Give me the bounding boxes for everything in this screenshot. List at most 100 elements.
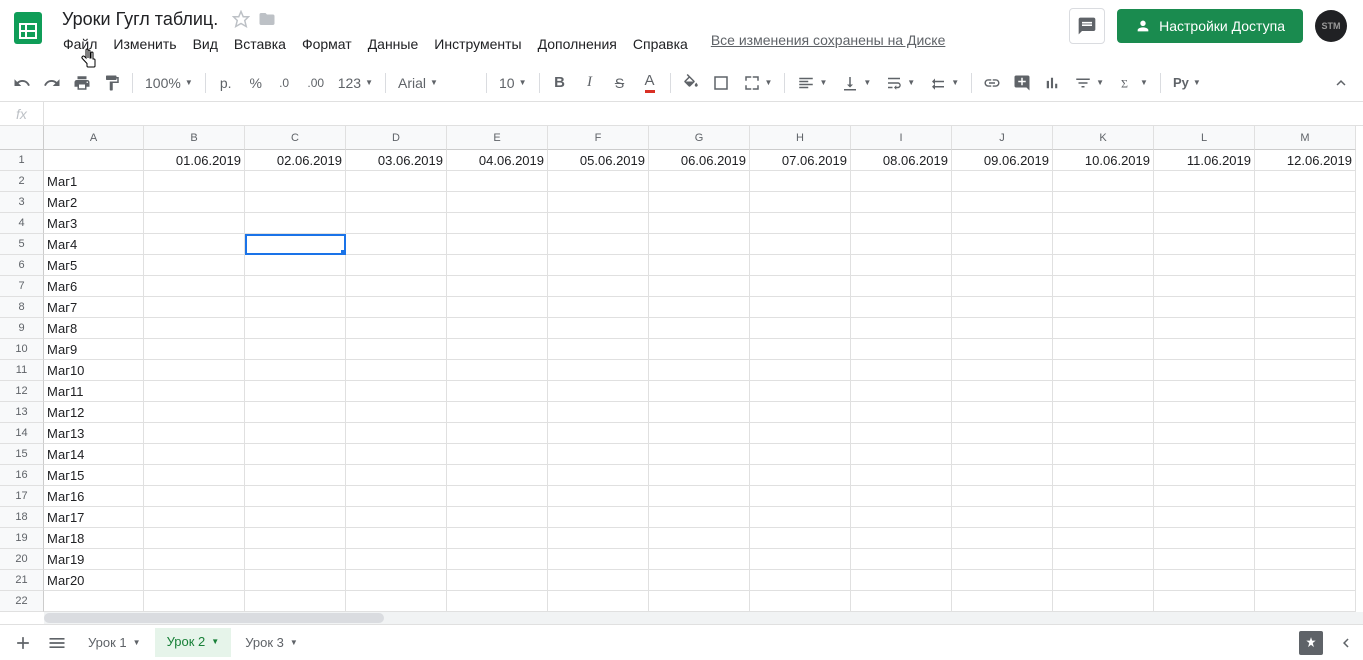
- cell[interactable]: [548, 339, 649, 360]
- cell[interactable]: [245, 192, 346, 213]
- cell[interactable]: [1053, 423, 1154, 444]
- column-header[interactable]: H: [750, 126, 851, 150]
- cell[interactable]: [649, 318, 750, 339]
- cell[interactable]: [1255, 528, 1356, 549]
- cell[interactable]: Маг8: [44, 318, 144, 339]
- cell[interactable]: [649, 381, 750, 402]
- cell[interactable]: [1154, 486, 1255, 507]
- cell[interactable]: [346, 234, 447, 255]
- cell[interactable]: [144, 339, 245, 360]
- cell[interactable]: [1053, 465, 1154, 486]
- cell[interactable]: [952, 255, 1053, 276]
- menu-item-1[interactable]: Изменить: [106, 32, 183, 56]
- column-header[interactable]: J: [952, 126, 1053, 150]
- save-status[interactable]: Все изменения сохранены на Диске: [711, 32, 946, 56]
- cell[interactable]: [851, 549, 952, 570]
- cell[interactable]: [548, 381, 649, 402]
- cell[interactable]: [245, 444, 346, 465]
- cell[interactable]: [750, 381, 851, 402]
- cell[interactable]: [1255, 255, 1356, 276]
- text-wrap-dropdown[interactable]: ▼: [879, 69, 921, 97]
- cell[interactable]: [1154, 255, 1255, 276]
- cell[interactable]: [548, 486, 649, 507]
- cell[interactable]: [851, 318, 952, 339]
- cell[interactable]: [1255, 276, 1356, 297]
- cell[interactable]: [1255, 213, 1356, 234]
- print-button[interactable]: [68, 69, 96, 97]
- italic-button[interactable]: I: [576, 69, 604, 97]
- cell[interactable]: [346, 276, 447, 297]
- cell[interactable]: [750, 213, 851, 234]
- cell[interactable]: [952, 318, 1053, 339]
- cell[interactable]: [851, 570, 952, 591]
- cell[interactable]: [346, 213, 447, 234]
- column-header[interactable]: G: [649, 126, 750, 150]
- cell[interactable]: [649, 549, 750, 570]
- cell[interactable]: [447, 234, 548, 255]
- cell[interactable]: Маг14: [44, 444, 144, 465]
- comments-button[interactable]: [1069, 8, 1105, 44]
- cell[interactable]: [447, 339, 548, 360]
- row-header[interactable]: 8: [0, 297, 44, 318]
- cell[interactable]: [1154, 192, 1255, 213]
- cell[interactable]: Маг5: [44, 255, 144, 276]
- insert-comment-button[interactable]: [1008, 69, 1036, 97]
- cell[interactable]: [245, 549, 346, 570]
- cell[interactable]: [1255, 591, 1356, 612]
- cell[interactable]: [952, 444, 1053, 465]
- cell[interactable]: [548, 570, 649, 591]
- cell[interactable]: [346, 465, 447, 486]
- cell[interactable]: [1053, 528, 1154, 549]
- cell[interactable]: 10.06.2019: [1053, 150, 1154, 171]
- row-header[interactable]: 21: [0, 570, 44, 591]
- cell[interactable]: [447, 381, 548, 402]
- menu-item-0[interactable]: Файл: [56, 32, 104, 56]
- cell[interactable]: [346, 171, 447, 192]
- cell[interactable]: [548, 276, 649, 297]
- cell[interactable]: [1154, 507, 1255, 528]
- cell[interactable]: Маг6: [44, 276, 144, 297]
- cell[interactable]: Маг12: [44, 402, 144, 423]
- cell[interactable]: [750, 276, 851, 297]
- row-header[interactable]: 22: [0, 591, 44, 612]
- cell[interactable]: [750, 591, 851, 612]
- formula-input[interactable]: [44, 102, 1363, 125]
- cell[interactable]: [851, 381, 952, 402]
- cell[interactable]: [144, 381, 245, 402]
- column-header[interactable]: A: [44, 126, 144, 150]
- cell[interactable]: [1053, 570, 1154, 591]
- cell[interactable]: [144, 276, 245, 297]
- cell[interactable]: [952, 570, 1053, 591]
- cell[interactable]: [649, 276, 750, 297]
- row-header[interactable]: 4: [0, 213, 44, 234]
- cell[interactable]: [144, 528, 245, 549]
- cell[interactable]: [750, 234, 851, 255]
- cell[interactable]: Маг3: [44, 213, 144, 234]
- cell[interactable]: [649, 423, 750, 444]
- row-header[interactable]: 3: [0, 192, 44, 213]
- cell[interactable]: [144, 591, 245, 612]
- strikethrough-button[interactable]: S: [606, 69, 634, 97]
- cell[interactable]: [144, 402, 245, 423]
- cell[interactable]: [1255, 423, 1356, 444]
- cell[interactable]: [144, 444, 245, 465]
- cell[interactable]: Маг13: [44, 423, 144, 444]
- cell[interactable]: 05.06.2019: [548, 150, 649, 171]
- cell[interactable]: [1255, 402, 1356, 423]
- cell[interactable]: [144, 171, 245, 192]
- cell[interactable]: [1255, 318, 1356, 339]
- cell[interactable]: [346, 591, 447, 612]
- horizontal-scrollbar[interactable]: [44, 612, 1363, 624]
- row-header[interactable]: 19: [0, 528, 44, 549]
- cell[interactable]: [649, 402, 750, 423]
- menu-item-3[interactable]: Вставка: [227, 32, 293, 56]
- cell[interactable]: [447, 486, 548, 507]
- cell[interactable]: [750, 486, 851, 507]
- cell[interactable]: [1154, 570, 1255, 591]
- sheet-tab-1[interactable]: Урок 2▼: [155, 628, 232, 657]
- cell[interactable]: [649, 570, 750, 591]
- cell[interactable]: [851, 486, 952, 507]
- cell[interactable]: [1154, 423, 1255, 444]
- cell[interactable]: [245, 339, 346, 360]
- cell[interactable]: [144, 234, 245, 255]
